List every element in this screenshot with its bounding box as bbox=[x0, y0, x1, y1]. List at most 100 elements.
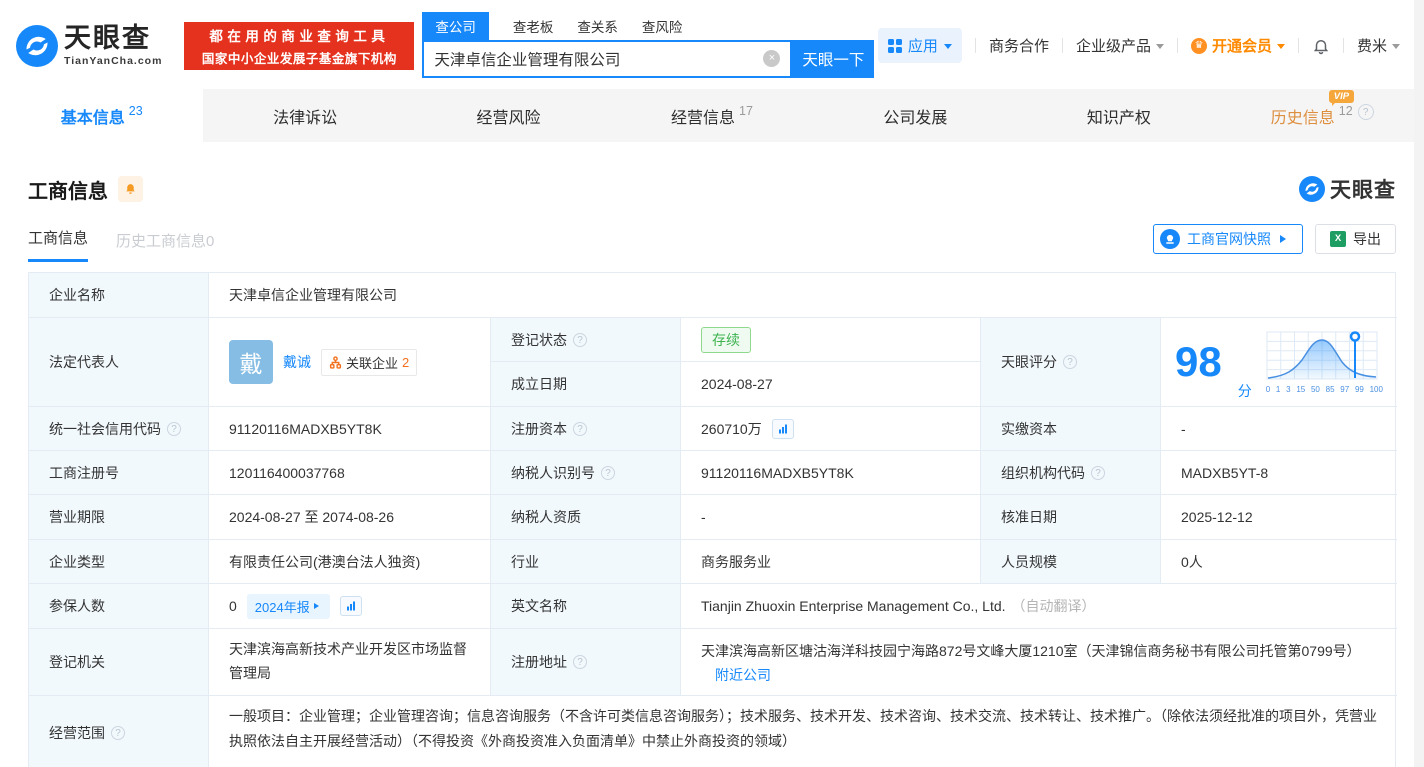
question-icon[interactable]: ? bbox=[573, 421, 587, 436]
company-nav-tabs: 基本信息 23 法律诉讼 经营风险 经营信息 17 公司发展 知识产权 VIP … bbox=[0, 89, 1424, 142]
question-icon[interactable]: ? bbox=[1063, 355, 1077, 369]
capital-chart-button[interactable] bbox=[771, 418, 794, 439]
question-icon[interactable]: ? bbox=[1357, 103, 1374, 120]
chevron-down-icon bbox=[943, 43, 952, 53]
tab-intellectual-property[interactable]: 知识产权 bbox=[1017, 89, 1220, 142]
export-button[interactable]: X 导出 bbox=[1315, 224, 1396, 254]
question-icon[interactable]: ? bbox=[573, 655, 587, 669]
search-box: × 天眼一下 bbox=[422, 39, 875, 78]
tab-history-info[interactable]: VIP 历史信息 12 ? bbox=[1221, 89, 1424, 142]
export-label: 导出 bbox=[1353, 231, 1381, 247]
tab-label: 公司发展 bbox=[883, 109, 948, 127]
search-tabs: 查公司 查老板 查关系 查风险 bbox=[422, 11, 874, 40]
field-label: 注册地址? bbox=[491, 629, 681, 696]
field-label: 行业 bbox=[491, 540, 681, 584]
field-label: 企业名称 bbox=[29, 273, 209, 318]
field-label: 天眼评分? bbox=[981, 318, 1161, 407]
chevron-down-icon bbox=[1155, 43, 1164, 53]
menu-vip[interactable]: ♛ 开通会员 bbox=[1190, 35, 1285, 56]
score-axis-labels: 01 3 15 50 85 97 99 100 bbox=[1265, 384, 1383, 394]
vip-label: 开通会员 bbox=[1211, 38, 1272, 55]
related-label: 关联企业 bbox=[346, 355, 399, 371]
legal-rep-link[interactable]: 戴诚 bbox=[283, 352, 311, 372]
subtab-business-info[interactable]: 工商信息 bbox=[28, 227, 89, 262]
arrow-right-icon bbox=[1280, 235, 1290, 243]
tab-legal-litigation[interactable]: 法律诉讼 bbox=[203, 89, 406, 142]
divider bbox=[1297, 38, 1299, 53]
reg-address-value: 天津滨海高新区塘沽海洋科技园宁海路872号文峰大厦1210室（天津锦信商务秘书有… bbox=[701, 643, 1361, 659]
field-label: 参保人数 bbox=[29, 584, 209, 629]
annual-report-badge[interactable]: 2024年报 bbox=[246, 593, 330, 619]
app-grid-icon bbox=[887, 38, 902, 53]
field-label: 登记机关 bbox=[29, 629, 209, 696]
score-value: 98 bbox=[1175, 338, 1222, 385]
divider bbox=[1342, 38, 1344, 53]
question-icon[interactable]: ? bbox=[601, 465, 615, 480]
nearby-companies-link[interactable]: 附近公司 bbox=[715, 667, 771, 683]
search-button[interactable]: 天眼一下 bbox=[792, 39, 875, 78]
credit-code-value: 91120116MADXB5YT8K bbox=[209, 407, 491, 451]
score-unit: 分 bbox=[1237, 383, 1252, 399]
subtab-row: 工商信息 历史工商信息0 工商官网快照 X 导出 bbox=[28, 224, 1396, 262]
avatar[interactable]: 戴 bbox=[229, 340, 273, 384]
question-icon[interactable]: ? bbox=[167, 421, 181, 436]
status-badge: 存续 bbox=[701, 326, 751, 353]
tab-company-development[interactable]: 公司发展 bbox=[814, 89, 1017, 142]
reg-status-cell: 存续 bbox=[681, 318, 981, 362]
field-label: 实缴资本 bbox=[981, 407, 1161, 451]
tab-label: 历史信息 bbox=[1270, 109, 1335, 127]
tab-basic-info[interactable]: 基本信息 23 bbox=[0, 89, 204, 142]
search-input[interactable] bbox=[424, 49, 764, 68]
slogan-line1: 都在用的商业查询工具 bbox=[209, 28, 390, 44]
field-label: 纳税人识别号? bbox=[491, 451, 681, 495]
search-tab-company[interactable]: 查公司 bbox=[422, 11, 489, 40]
paid-capital-value: - bbox=[1161, 407, 1397, 451]
field-label: 人员规模 bbox=[981, 540, 1161, 584]
divider bbox=[1176, 38, 1178, 53]
insured-chart-button[interactable] bbox=[339, 596, 362, 616]
apps-menu[interactable]: 应用 bbox=[877, 28, 962, 63]
approval-date-value: 2025-12-12 bbox=[1161, 495, 1397, 540]
score-distribution-chart[interactable]: 01 3 15 50 85 97 99 100 bbox=[1265, 330, 1383, 394]
business-term-value: 2024-08-27 至 2074-08-26 bbox=[209, 495, 491, 540]
notification-bell-button[interactable] bbox=[1312, 37, 1330, 55]
tianyancha-logo[interactable]: 天眼查 TianYanCha.com bbox=[16, 24, 162, 67]
clear-icon[interactable]: × bbox=[763, 50, 781, 67]
field-label: 成立日期 bbox=[491, 362, 681, 407]
scrollbar[interactable] bbox=[1414, 0, 1424, 767]
search-tab-relation[interactable]: 查关系 bbox=[577, 12, 618, 40]
business-scope-value: 一般项目：企业管理；企业管理咨询；信息咨询服务（不含许可类信息咨询服务）；技术服… bbox=[229, 708, 1377, 749]
tab-operation-risk[interactable]: 经营风险 bbox=[407, 89, 610, 142]
question-icon[interactable]: ? bbox=[1091, 465, 1105, 480]
tyc-score-cell[interactable]: 98 分 01 3 15 50 85 97 99 100 bbox=[1161, 318, 1397, 407]
official-snapshot-button[interactable]: 工商官网快照 bbox=[1153, 224, 1303, 254]
establish-date-value: 2024-08-27 bbox=[681, 362, 981, 407]
field-label: 登记状态? bbox=[491, 318, 681, 362]
stamp-icon bbox=[1160, 229, 1180, 249]
related-companies-badge[interactable]: 关联企业 2 bbox=[321, 348, 418, 376]
field-label: 法定代表人 bbox=[29, 318, 209, 407]
subtab-history-business-info[interactable]: 历史工商信息0 bbox=[116, 230, 214, 262]
tab-label: 经营信息 bbox=[671, 109, 736, 127]
question-icon[interactable]: ? bbox=[573, 332, 587, 347]
industry-value: 商务服务业 bbox=[681, 540, 981, 584]
bell-icon bbox=[1313, 39, 1329, 54]
company-type-value: 有限责任公司(港澳台法人独资) bbox=[209, 540, 491, 584]
search-tab-risk[interactable]: 查风险 bbox=[642, 12, 683, 40]
menu-cooperation[interactable]: 商务合作 bbox=[989, 35, 1049, 56]
taxpayer-id-value: 91120116MADXB5YT8K bbox=[681, 451, 981, 495]
field-label: 营业期限 bbox=[29, 495, 209, 540]
menu-enterprise[interactable]: 企业级产品 bbox=[1076, 35, 1164, 56]
field-label: 企业类型 bbox=[29, 540, 209, 584]
brand-name: 天眼查 bbox=[1330, 179, 1396, 202]
tab-label: 知识产权 bbox=[1086, 109, 1151, 127]
vip-badge: VIP bbox=[1328, 89, 1355, 106]
tab-count: 17 bbox=[739, 103, 753, 118]
search-tab-boss[interactable]: 查老板 bbox=[513, 12, 554, 40]
question-icon[interactable]: ? bbox=[111, 726, 125, 740]
english-name-value: Tianjin Zhuoxin Enterprise Management Co… bbox=[701, 598, 1006, 614]
subscribe-bell-button[interactable] bbox=[118, 176, 143, 202]
user-menu[interactable]: 费米 bbox=[1357, 35, 1400, 56]
tab-operation-info[interactable]: 经营信息 17 bbox=[610, 89, 813, 142]
chevron-down-icon bbox=[1392, 43, 1400, 53]
